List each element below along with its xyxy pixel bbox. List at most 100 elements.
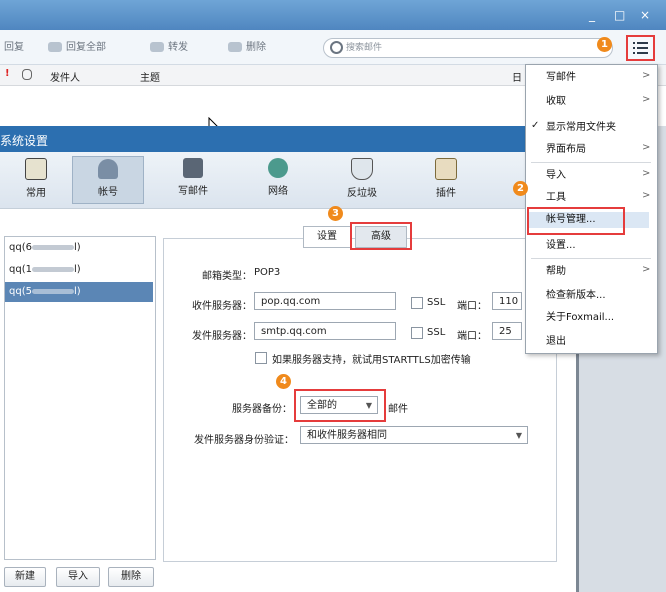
redacted-text [31, 266, 74, 272]
account-name: qq(1 [9, 264, 32, 275]
reply-all-icon [48, 42, 62, 52]
incoming-server-input[interactable]: pop.qq.com [254, 292, 396, 310]
compose-icon [183, 158, 203, 178]
menu-item-about[interactable]: 关于Foxmail... [546, 310, 614, 326]
mailbox-type-label: 邮箱类型： [202, 271, 252, 282]
flag-icon: ! [5, 68, 10, 79]
title-bar [0, 0, 666, 30]
tab-basic-settings[interactable]: 设置 [303, 226, 351, 248]
menu-item-show-common-folders[interactable]: 显示常用文件夹 [546, 120, 616, 136]
starttls-label: 如果服务器支持，就试用STARTTLS加密传输 [272, 355, 471, 366]
menu-item-settings[interactable]: 设置... [546, 238, 576, 254]
account-item[interactable]: qq(6 l) [5, 238, 153, 258]
forward-icon [150, 42, 164, 52]
smtp-auth-label: 发件服务器身份验证： [194, 435, 294, 446]
chevron-right-icon: > [642, 70, 651, 81]
import-account-button[interactable]: 导入 [56, 567, 100, 587]
redacted-text [31, 288, 74, 294]
tab-plugins-label: 插件 [436, 188, 456, 199]
account-item[interactable]: qq(1 l) [5, 260, 153, 280]
menu-item-layout[interactable]: 界面布局 [546, 142, 586, 158]
outgoing-port-label: 端口： [457, 331, 487, 342]
chevron-right-icon: > [642, 168, 651, 179]
forward-button[interactable]: 转发 [150, 40, 188, 56]
forward-label: 转发 [168, 42, 188, 53]
menu-item-help[interactable]: 帮助 [546, 264, 566, 280]
delete-icon [228, 42, 242, 52]
menu-separator [531, 162, 651, 163]
incoming-port-input[interactable]: 110 [492, 292, 522, 310]
account-suffix: l) [73, 286, 81, 297]
column-subject[interactable]: 主题 [140, 69, 160, 84]
server-backup-select[interactable]: 全部的 ▼ [300, 396, 378, 414]
smtp-auth-value: 和收件服务器相同 [307, 430, 387, 441]
globe-icon [268, 158, 288, 178]
tab-account-label: 帐号 [98, 187, 118, 198]
plugin-icon [435, 158, 457, 180]
mailbox-type-value: POP3 [254, 267, 281, 278]
tab-antispam-label: 反垃圾 [347, 188, 377, 199]
tab-advanced[interactable]: 高级 [355, 226, 407, 248]
smtp-auth-select[interactable]: 和收件服务器相同 ▼ [300, 426, 528, 444]
delete-button[interactable]: 删除 [228, 40, 266, 56]
tab-general[interactable]: 常用 [0, 156, 72, 204]
attachment-icon [22, 69, 32, 80]
outgoing-server-input[interactable]: smtp.qq.com [254, 322, 396, 340]
tab-compose[interactable]: 写邮件 [157, 156, 229, 204]
reply-label: 回复 [4, 42, 24, 53]
incoming-port-label: 端口： [457, 301, 487, 312]
highlight-box [527, 207, 625, 235]
menu-item-exit[interactable]: 退出 [546, 334, 566, 350]
delete-label: 删除 [246, 42, 266, 53]
column-date[interactable]: 日 [512, 69, 522, 84]
menu-item-check-updates[interactable]: 检查新版本... [546, 288, 606, 304]
step-badge-1: 1 [597, 37, 612, 52]
incoming-server-label: 收件服务器： [192, 301, 252, 312]
server-backup-label: 服务器备份： [232, 404, 292, 415]
tab-compose-label: 写邮件 [178, 186, 208, 197]
account-suffix: l) [73, 242, 81, 253]
chevron-down-icon: ▼ [515, 431, 522, 440]
outgoing-server-label: 发件服务器： [192, 331, 252, 342]
shield-icon [351, 158, 373, 180]
tab-network[interactable]: 网络 [242, 156, 314, 204]
maximize-button[interactable]: □ [614, 0, 625, 30]
search-icon [330, 41, 343, 54]
account-suffix: l) [73, 264, 81, 275]
column-from[interactable]: 发件人 [50, 69, 80, 84]
tab-general-label: 常用 [26, 188, 46, 199]
outgoing-ssl-checkbox[interactable] [411, 327, 423, 339]
chevron-right-icon: > [642, 190, 651, 201]
general-icon [25, 158, 47, 180]
reply-button[interactable]: 回复 [4, 40, 24, 56]
minimize-button[interactable]: _ [589, 0, 595, 30]
chevron-right-icon: > [642, 264, 651, 275]
tab-plugins[interactable]: 插件 [410, 156, 482, 204]
tab-antispam[interactable]: 反垃圾 [326, 156, 398, 204]
search-input[interactable]: 搜索邮件 [323, 38, 613, 58]
tab-network-label: 网络 [268, 186, 288, 197]
menu-item-receive[interactable]: 收取 [546, 94, 566, 110]
main-menu-button[interactable] [626, 35, 655, 61]
delete-account-button[interactable]: 删除 [108, 567, 154, 587]
step-badge-2: 2 [513, 181, 528, 196]
step-badge-4: 4 [276, 374, 291, 389]
new-account-button[interactable]: 新建 [4, 567, 46, 587]
search-placeholder: 搜索邮件 [346, 43, 383, 53]
account-item-selected[interactable]: qq(5 l) [5, 282, 153, 302]
starttls-checkbox[interactable] [255, 352, 267, 364]
settings-title-bar: 系统设置 [0, 126, 580, 152]
tab-account[interactable]: 帐号 [72, 156, 144, 204]
menu-item-compose[interactable]: 写邮件 [546, 70, 576, 86]
settings-title: 系统设置 [0, 134, 49, 148]
account-name: qq(5 [9, 286, 32, 297]
redacted-text [31, 244, 74, 250]
outgoing-port-input[interactable]: 25 [492, 322, 522, 340]
menu-item-tools[interactable]: 工具 [546, 190, 566, 206]
close-button[interactable]: × [640, 0, 650, 30]
incoming-ssl-checkbox[interactable] [411, 297, 423, 309]
menu-item-import[interactable]: 导入 [546, 168, 566, 184]
menu-icon [633, 42, 648, 54]
chevron-down-icon: ▼ [365, 401, 372, 410]
reply-all-button[interactable]: 回复全部 [48, 40, 106, 56]
